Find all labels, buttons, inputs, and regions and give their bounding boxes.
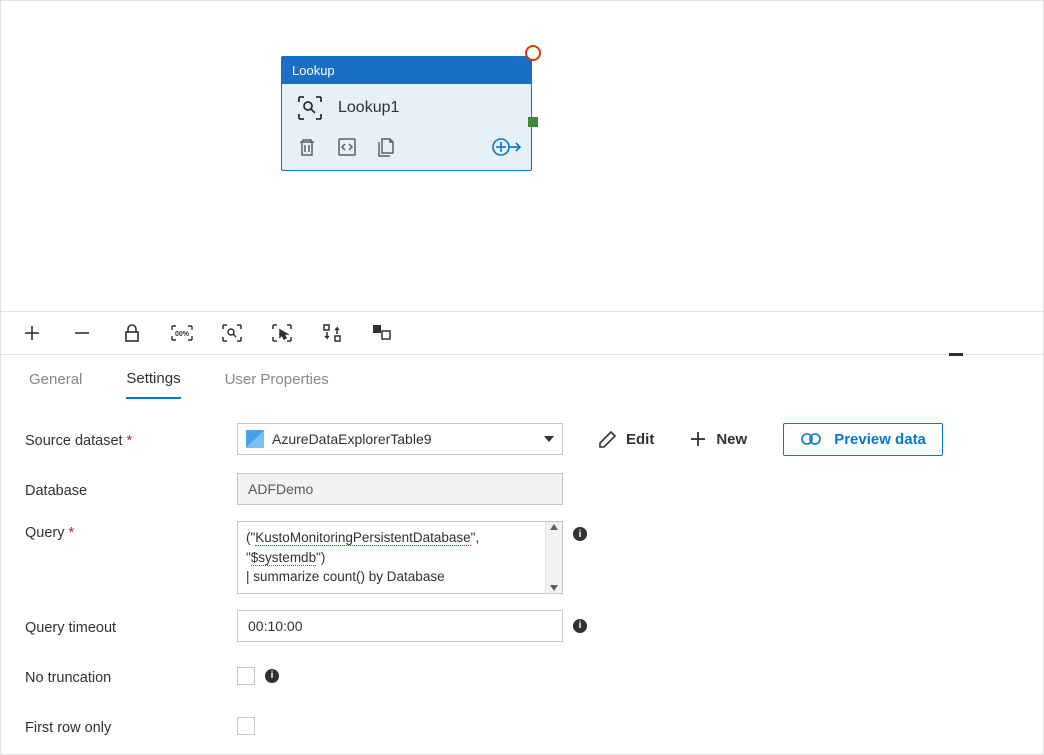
preview-data-button[interactable]: Preview data <box>783 423 943 456</box>
scroll-down-icon[interactable] <box>550 585 558 591</box>
first-row-only-label: First row only <box>25 716 237 736</box>
svg-text:00%: 00% <box>175 331 190 338</box>
code-icon[interactable] <box>336 136 358 158</box>
query-label: Query* <box>25 521 237 541</box>
first-row-only-checkbox[interactable] <box>237 717 255 735</box>
scroll-up-icon[interactable] <box>550 524 558 530</box>
properties-tabs: General Settings User Properties <box>1 355 1043 403</box>
canvas-toolbar: 00% <box>1 311 1043 355</box>
tab-user-properties[interactable]: User Properties <box>225 361 329 398</box>
new-button[interactable]: New <box>690 431 747 448</box>
reorder-icon[interactable] <box>321 322 343 344</box>
align-icon[interactable] <box>371 322 393 344</box>
source-dataset-value: AzureDataExplorerTable9 <box>272 431 536 447</box>
lookup-icon <box>296 94 324 122</box>
database-field: ADFDemo <box>237 473 563 505</box>
query-timeout-label: Query timeout <box>25 616 237 636</box>
query-textarea[interactable]: ("KustoMonitoringPersistentDatabase","$s… <box>237 521 563 594</box>
zoom-out-icon[interactable] <box>71 322 93 344</box>
node-type-label: Lookup <box>282 57 531 84</box>
multiselect-icon[interactable] <box>271 322 293 344</box>
dataset-type-icon <box>246 430 264 448</box>
activity-node-lookup[interactable]: Lookup Lookup1 <box>281 56 532 171</box>
no-truncation-checkbox[interactable] <box>237 667 255 685</box>
panel-collapse-handle[interactable] <box>949 353 963 356</box>
settings-form: Source dataset* AzureDataExplorerTable9 … <box>1 403 1043 755</box>
copy-icon[interactable] <box>376 136 398 158</box>
node-name: Lookup1 <box>338 99 399 117</box>
zoom-fit-icon[interactable] <box>221 322 243 344</box>
source-dataset-select[interactable]: AzureDataExplorerTable9 <box>237 423 563 455</box>
zoom-100-icon[interactable]: 00% <box>171 322 193 344</box>
query-value: ("KustoMonitoringPersistentDatabase","$s… <box>238 522 562 593</box>
scrollbar[interactable] <box>545 522 562 593</box>
database-label: Database <box>25 479 237 499</box>
edit-button[interactable]: Edit <box>599 431 654 448</box>
pipeline-canvas[interactable]: Lookup Lookup1 <box>1 1 1043 311</box>
app-container: Lookup Lookup1 <box>0 0 1044 755</box>
delete-icon[interactable] <box>296 136 318 158</box>
zoom-in-icon[interactable] <box>21 322 43 344</box>
tab-settings[interactable]: Settings <box>126 360 180 399</box>
lock-icon[interactable] <box>121 322 143 344</box>
info-icon[interactable]: i <box>265 669 279 683</box>
add-arrow-icon[interactable] <box>495 136 517 158</box>
tab-general[interactable]: General <box>29 361 82 398</box>
no-truncation-label: No truncation <box>25 666 237 686</box>
info-icon[interactable]: i <box>573 619 587 633</box>
chevron-down-icon <box>544 436 554 442</box>
info-icon[interactable]: i <box>573 527 587 541</box>
query-timeout-field[interactable] <box>237 610 563 642</box>
output-connector[interactable] <box>528 117 538 127</box>
source-dataset-label: Source dataset* <box>25 429 237 449</box>
status-indicator <box>525 45 541 61</box>
